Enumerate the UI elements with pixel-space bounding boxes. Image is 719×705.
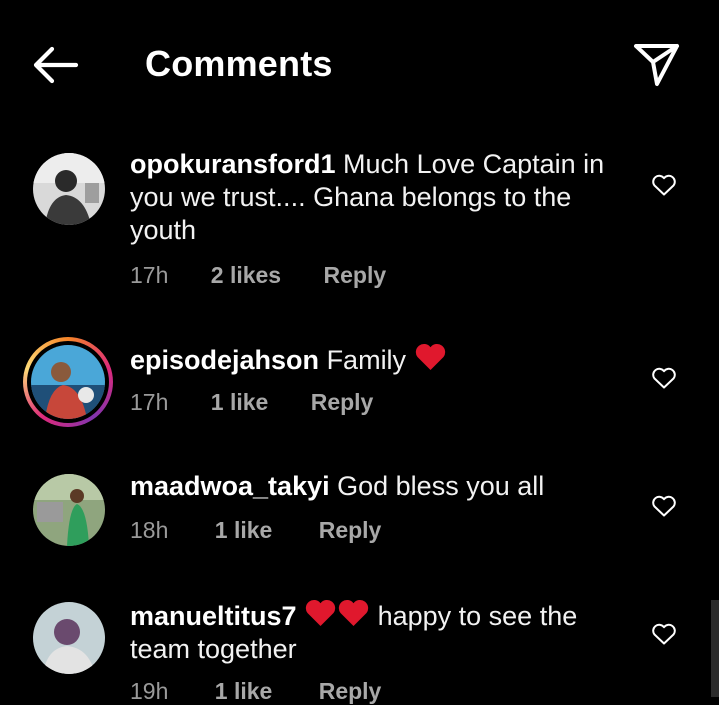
heart-outline-icon[interactable] (651, 173, 677, 197)
comment-time: 17h (130, 389, 169, 415)
comment-username[interactable]: manueltitus7 (130, 601, 297, 631)
comment-likes[interactable]: 1 like (211, 388, 269, 416)
share-button[interactable] (628, 38, 684, 90)
avatar[interactable] (33, 602, 105, 674)
red-heart-icon (338, 599, 369, 626)
comment-meta: 19h 1 like Reply (130, 677, 381, 705)
comment-meta: 17h 2 likes Reply (130, 261, 386, 289)
comment-likes[interactable]: 2 likes (211, 261, 281, 289)
comment-text: Family (326, 345, 407, 375)
back-button[interactable] (26, 40, 84, 90)
comment-likes[interactable]: 1 like (215, 677, 273, 705)
comment-time: 18h (130, 517, 169, 543)
reply-button[interactable]: Reply (324, 261, 387, 289)
heart-outline-icon[interactable] (651, 494, 677, 518)
comment-text: God bless you all (337, 471, 545, 501)
scrollbar[interactable] (711, 600, 719, 697)
heart-outline-icon[interactable] (651, 622, 677, 646)
comment-body: opokuransford1 Much Love Captain in you … (130, 148, 610, 247)
comment-body: maadwoa_takyi God bless you all (130, 470, 610, 503)
comment-body: manueltitus7 happy to see the team toget… (130, 598, 610, 666)
comment-meta: 17h 1 like Reply (130, 388, 373, 416)
avatar[interactable] (33, 153, 105, 225)
red-heart-icon (415, 343, 445, 370)
arrow-left-icon (33, 46, 79, 84)
comment-username[interactable]: opokuransford1 (130, 149, 336, 179)
comment-username[interactable]: maadwoa_takyi (130, 471, 330, 501)
comment-time: 17h (130, 262, 169, 288)
page-title: Comments (145, 43, 333, 84)
comment-body: episodejahson Family (130, 342, 610, 377)
story-ring-avatar[interactable] (23, 337, 113, 427)
reply-button[interactable]: Reply (311, 388, 374, 416)
heart-outline-icon[interactable] (651, 366, 677, 390)
comment-time: 19h (130, 678, 169, 704)
avatar (31, 345, 105, 419)
comment-meta: 18h 1 like Reply (130, 516, 381, 544)
comment-likes[interactable]: 1 like (215, 516, 273, 544)
comment-username[interactable]: episodejahson (130, 345, 319, 375)
reply-button[interactable]: Reply (319, 516, 382, 544)
reply-button[interactable]: Reply (319, 677, 382, 705)
paper-plane-icon (634, 44, 679, 86)
avatar[interactable] (33, 474, 105, 546)
red-heart-icon (305, 599, 336, 626)
header: Comments (0, 0, 719, 128)
